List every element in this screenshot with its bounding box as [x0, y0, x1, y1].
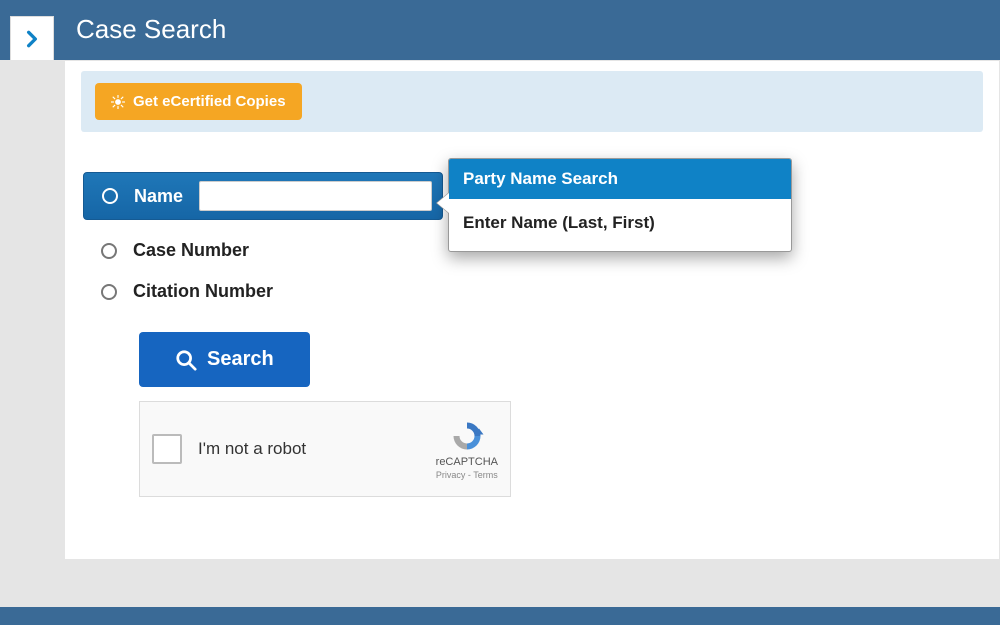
- recaptcha-checkbox[interactable]: [152, 434, 182, 464]
- radio-name[interactable]: [102, 188, 118, 204]
- recaptcha-widget: I'm not a robot reCAPTCHA Privacy - Term…: [139, 401, 511, 497]
- seal-icon: [111, 95, 125, 109]
- chevron-right-icon: [22, 26, 42, 52]
- search-option-citation-number[interactable]: Citation Number: [83, 281, 981, 302]
- recaptcha-text: I'm not a robot: [198, 439, 420, 459]
- recaptcha-icon: [449, 418, 485, 454]
- option-name-label: Name: [134, 186, 183, 207]
- search-button-label: Search: [207, 348, 274, 371]
- tooltip-title: Party Name Search: [449, 159, 791, 199]
- ecert-label: Get eCertified Copies: [133, 93, 286, 110]
- search-option-name[interactable]: Name: [83, 172, 443, 220]
- name-search-tooltip: Party Name Search Enter Name (Last, Firs…: [448, 158, 792, 252]
- option-case-number-label: Case Number: [133, 240, 249, 261]
- tooltip-arrow-icon: [437, 193, 449, 213]
- recaptcha-brand-col: reCAPTCHA Privacy - Terms: [436, 418, 498, 480]
- search-icon: [175, 349, 197, 371]
- main-panel: Get eCertified Copies Name Case Number C…: [64, 60, 1000, 560]
- search-button[interactable]: Search: [139, 332, 310, 387]
- recaptcha-brand: reCAPTCHA: [436, 456, 498, 468]
- sidebar-expand-button[interactable]: [10, 16, 54, 60]
- recaptcha-legal[interactable]: Privacy - Terms: [436, 470, 498, 480]
- page-title: Case Search: [76, 14, 226, 45]
- option-citation-number-label: Citation Number: [133, 281, 273, 302]
- name-input[interactable]: [199, 181, 432, 211]
- radio-case-number[interactable]: [101, 243, 117, 259]
- info-strip: Get eCertified Copies: [81, 71, 983, 132]
- tooltip-body: Enter Name (Last, First): [449, 199, 791, 251]
- footer-band: [0, 607, 1000, 625]
- get-ecertified-copies-button[interactable]: Get eCertified Copies: [95, 83, 302, 120]
- radio-citation-number[interactable]: [101, 284, 117, 300]
